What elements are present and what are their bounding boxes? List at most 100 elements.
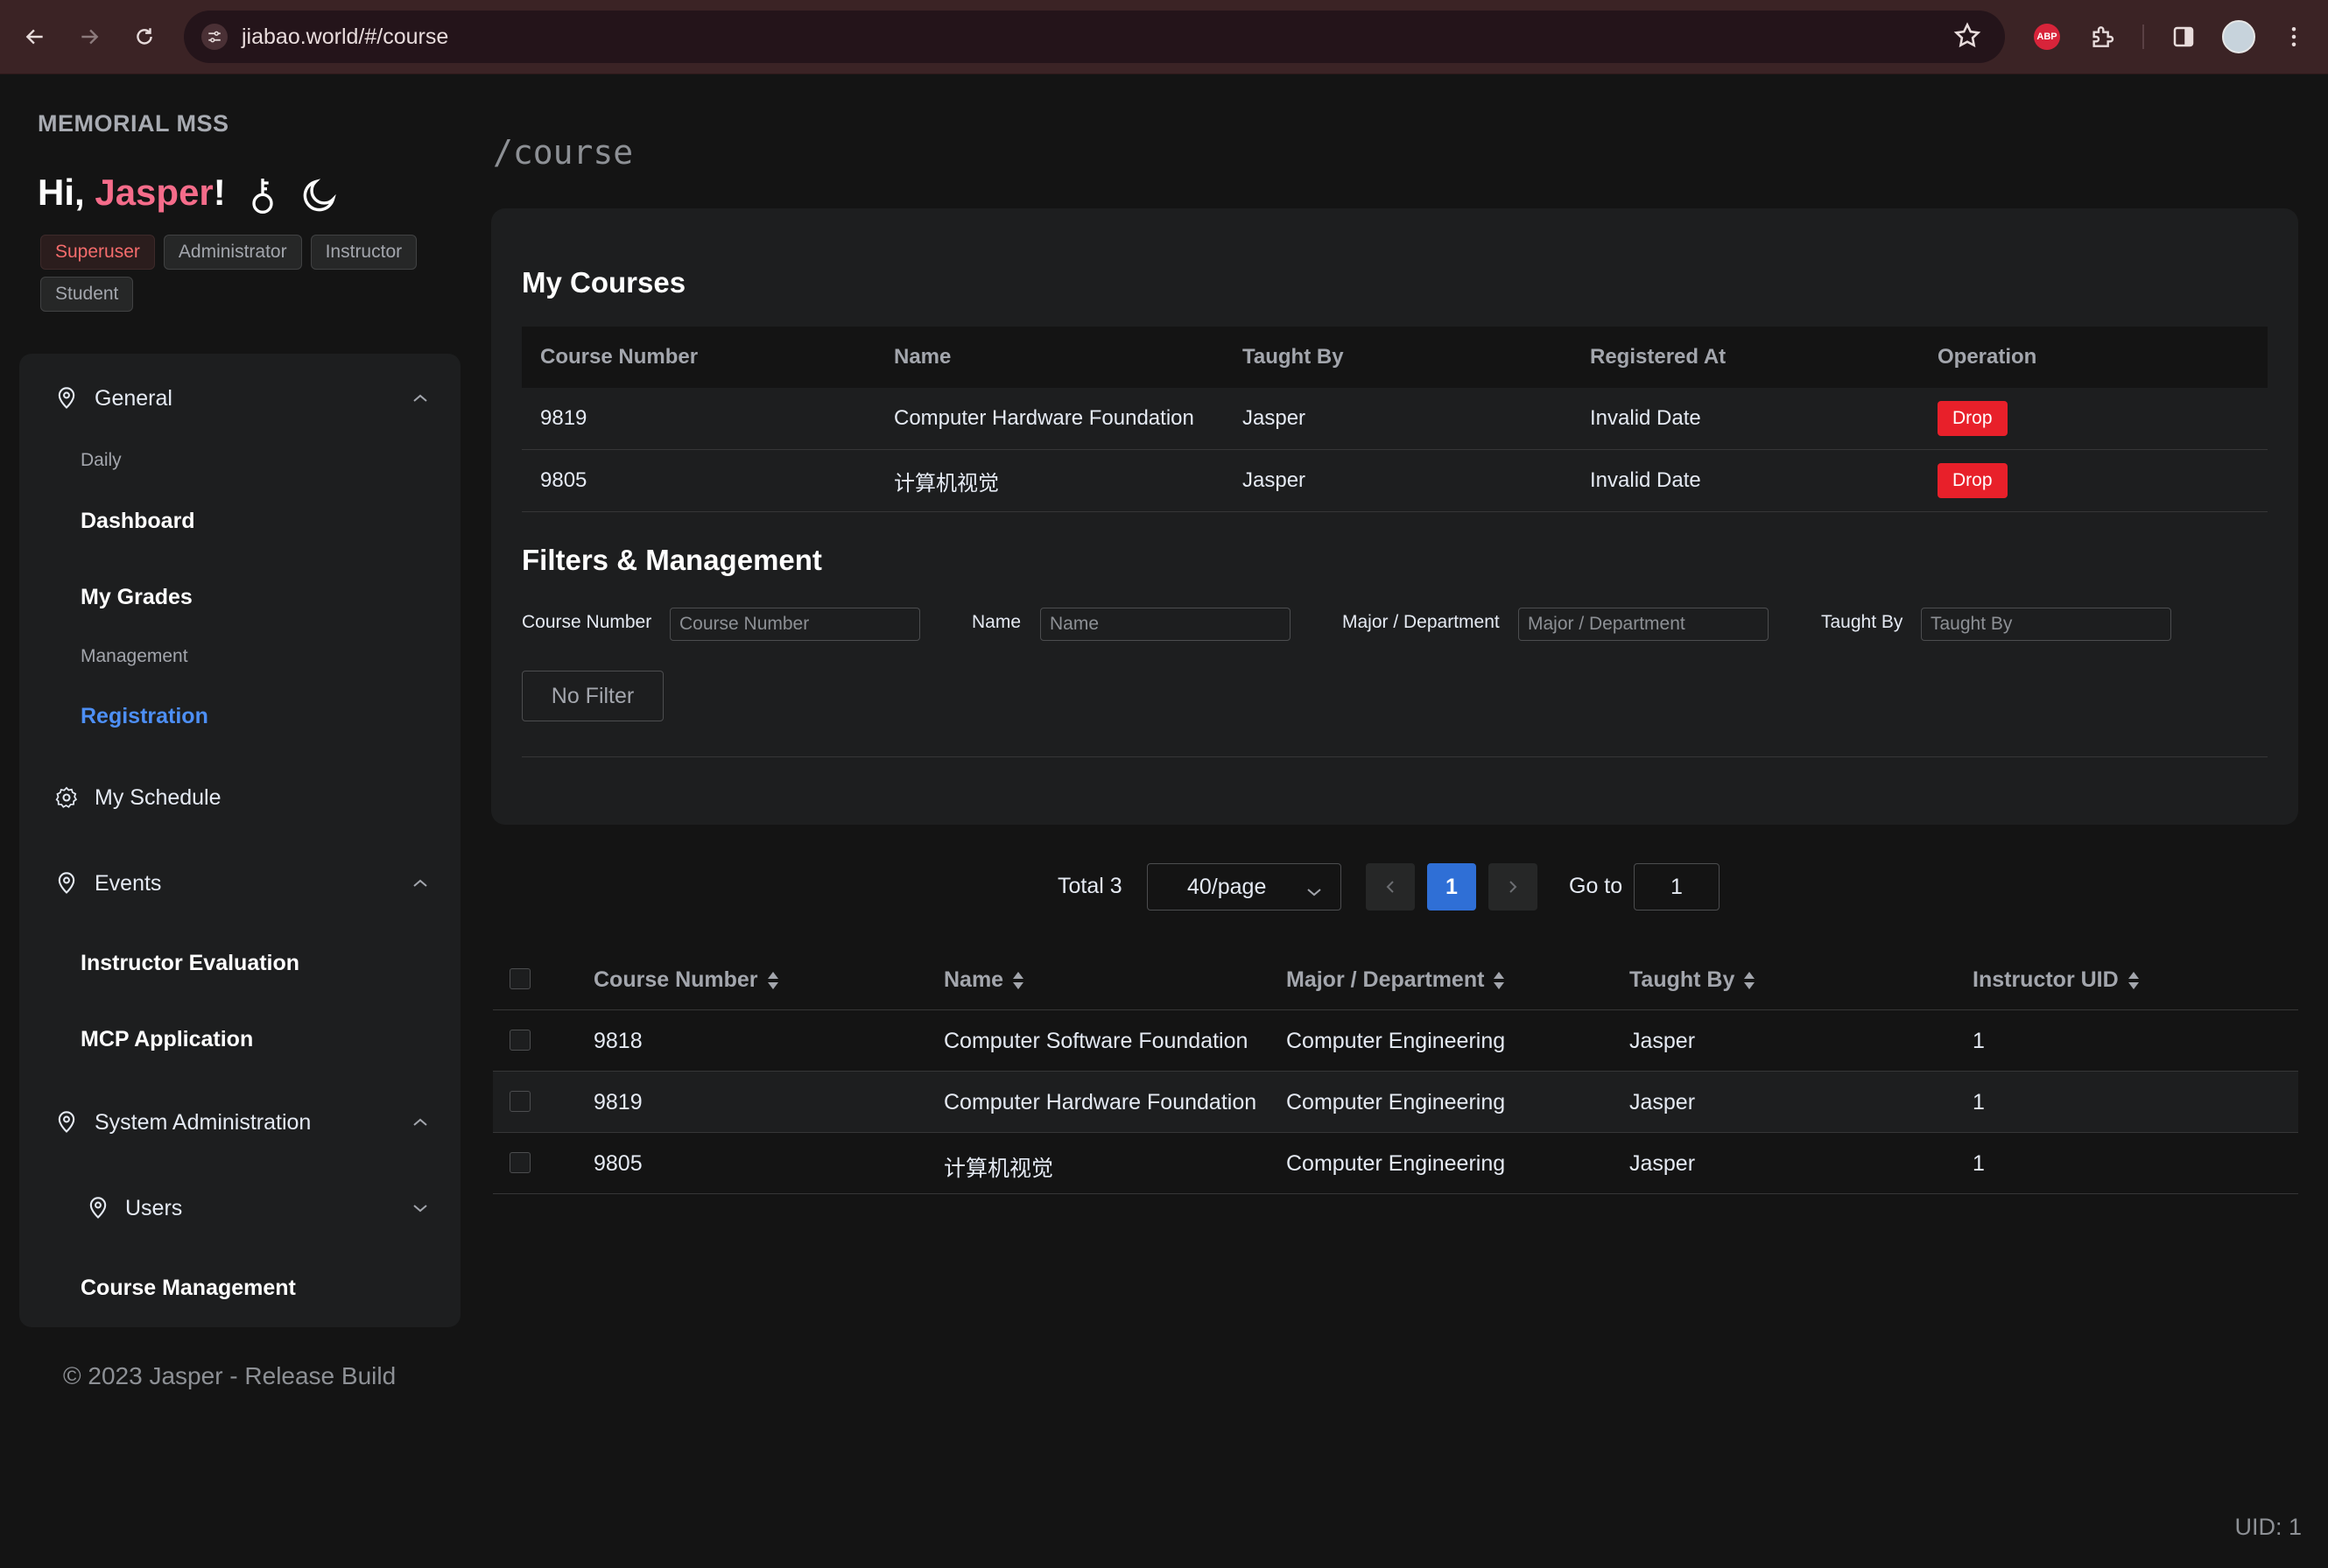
menu-item-dashboard[interactable]: Dashboard bbox=[81, 509, 195, 534]
menu-item-registration[interactable]: Registration bbox=[81, 704, 208, 729]
browser-toolbar: jiabao.world/#/course ABP bbox=[0, 0, 2328, 74]
back-icon[interactable] bbox=[16, 18, 54, 56]
table-header: Course Number Name Major / Department Ta… bbox=[493, 948, 2298, 1010]
chevron-down-icon bbox=[411, 1201, 429, 1220]
my-courses-card bbox=[491, 208, 2298, 825]
menu-general[interactable]: General bbox=[19, 372, 461, 425]
user-greeting: Hi, Jasper! bbox=[38, 172, 226, 213]
menu-events[interactable]: Events bbox=[19, 857, 461, 910]
row-checkbox[interactable] bbox=[510, 1091, 531, 1112]
filter-label-major: Major / Department bbox=[1342, 612, 1500, 632]
column-header: Name bbox=[894, 345, 952, 369]
goto-page-input[interactable]: 1 bbox=[1634, 863, 1720, 911]
chevron-up-icon bbox=[411, 391, 429, 410]
sortable-column-header[interactable]: Course Number bbox=[594, 967, 779, 993]
column-header: Registered At bbox=[1590, 345, 1727, 369]
sidebar-menu: General Daily Dashboard My Grades Manage… bbox=[19, 354, 461, 1327]
menu-my-schedule[interactable]: My Schedule bbox=[19, 771, 461, 824]
filter-label-taught-by: Taught By bbox=[1821, 612, 1903, 632]
location-pin-icon bbox=[86, 1196, 110, 1225]
sort-caret-icon bbox=[767, 971, 779, 990]
major-filter-input[interactable]: Major / Department bbox=[1518, 608, 1769, 641]
sort-caret-icon bbox=[1493, 971, 1505, 990]
goto-label: Go to bbox=[1569, 874, 1623, 898]
sortable-column-header[interactable]: Name bbox=[944, 967, 1024, 993]
drop-course-button[interactable]: Drop bbox=[1938, 401, 2008, 436]
sort-caret-icon bbox=[1743, 971, 1755, 990]
gear-icon bbox=[54, 785, 79, 814]
uid-indicator: UID: 1 bbox=[2234, 1514, 2302, 1540]
reload-icon[interactable] bbox=[125, 18, 164, 56]
url-text: jiabao.world/#/course bbox=[242, 25, 449, 49]
pagination-total: Total 3 bbox=[1058, 874, 1122, 898]
sortable-column-header[interactable]: Instructor UID bbox=[1973, 967, 2140, 993]
role-tag-administrator: Administrator bbox=[163, 235, 302, 270]
page-size-select[interactable]: 40/page bbox=[1147, 863, 1341, 911]
sortable-column-header[interactable]: Taught By bbox=[1629, 967, 1755, 993]
bookmark-star-icon[interactable] bbox=[1952, 21, 1982, 55]
side-panel-icon[interactable] bbox=[2164, 18, 2203, 56]
site-settings-icon[interactable] bbox=[201, 24, 228, 50]
table-row[interactable]: 9805 计算机视觉 Computer Engineering Jasper 1 bbox=[493, 1133, 2298, 1194]
table-row[interactable]: 9819 Computer Hardware Foundation Comput… bbox=[493, 1072, 2298, 1133]
taught-by-filter-input[interactable]: Taught By bbox=[1921, 608, 2171, 641]
filter-label-course-number: Course Number bbox=[522, 612, 652, 632]
menu-item-mcp-application[interactable]: MCP Application bbox=[81, 1027, 253, 1052]
prev-page-button[interactable] bbox=[1366, 863, 1415, 911]
location-pin-icon bbox=[54, 871, 79, 900]
select-all-checkbox[interactable] bbox=[510, 968, 531, 989]
app-brand: MEMORIAL MSS bbox=[38, 110, 229, 137]
column-header: Operation bbox=[1938, 345, 2037, 369]
menu-item-my-grades[interactable]: My Grades bbox=[81, 585, 193, 610]
table-header: Course Number Name Taught By Registered … bbox=[522, 327, 2268, 388]
role-tag-superuser: Superuser bbox=[40, 235, 155, 270]
key-icon[interactable] bbox=[245, 175, 280, 221]
menu-group-daily: Daily bbox=[81, 450, 122, 470]
table-row[interactable]: 9818 Computer Software Foundation Comput… bbox=[493, 1010, 2298, 1072]
table-row: 9819 Computer Hardware Foundation Jasper… bbox=[522, 388, 2268, 450]
column-header: Course Number bbox=[540, 345, 699, 369]
drop-course-button[interactable]: Drop bbox=[1938, 463, 2008, 498]
row-checkbox[interactable] bbox=[510, 1030, 531, 1051]
menu-item-course-management[interactable]: Course Management bbox=[81, 1276, 296, 1301]
chevron-up-icon bbox=[411, 876, 429, 895]
browser-menu-icon[interactable] bbox=[2275, 18, 2313, 56]
menu-users[interactable]: Users bbox=[19, 1182, 461, 1234]
page-route-title: /course bbox=[493, 133, 634, 172]
menu-item-instructor-evaluation[interactable]: Instructor Evaluation bbox=[81, 951, 299, 976]
copyright-footer: © 2023 Jasper - Release Build bbox=[63, 1362, 397, 1389]
filter-label-name: Name bbox=[972, 612, 1022, 632]
menu-group-management: Management bbox=[81, 646, 188, 666]
divider bbox=[522, 756, 2268, 757]
name-filter-input[interactable]: Name bbox=[1040, 608, 1291, 641]
chevron-up-icon bbox=[411, 1115, 429, 1134]
course-number-filter-input[interactable]: Course Number bbox=[670, 608, 920, 641]
user-name: Jasper bbox=[95, 172, 214, 213]
table-row: 9805 计算机视觉 Jasper Invalid Date Drop bbox=[522, 450, 2268, 512]
no-filter-button[interactable]: No Filter bbox=[522, 671, 664, 721]
page-number-button[interactable]: 1 bbox=[1427, 863, 1476, 911]
adblock-extension-icon[interactable]: ABP bbox=[2028, 18, 2066, 56]
toolbar-divider bbox=[2142, 25, 2144, 49]
chevron-left-icon bbox=[1386, 881, 1394, 893]
forward-icon[interactable] bbox=[70, 18, 109, 56]
my-courses-table: Course Number Name Taught By Registered … bbox=[522, 327, 2268, 512]
profile-avatar[interactable] bbox=[2219, 18, 2258, 56]
my-courses-title: My Courses bbox=[522, 266, 686, 299]
role-tag-instructor: Instructor bbox=[310, 235, 418, 270]
next-page-button[interactable] bbox=[1488, 863, 1537, 911]
sortable-column-header[interactable]: Major / Department bbox=[1286, 967, 1505, 993]
filters-title: Filters & Management bbox=[522, 544, 822, 576]
extensions-puzzle-icon[interactable] bbox=[2083, 18, 2121, 56]
dark-mode-moon-icon[interactable] bbox=[299, 175, 340, 221]
role-tags: Superuser Administrator Instructor Stude… bbox=[40, 235, 426, 312]
menu-system-administration[interactable]: System Administration bbox=[19, 1096, 461, 1149]
column-header: Taught By bbox=[1242, 345, 1344, 369]
chevron-down-icon bbox=[1305, 880, 1323, 905]
courses-table: Course Number Name Major / Department Ta… bbox=[493, 948, 2298, 1194]
role-tag-student: Student bbox=[40, 277, 134, 312]
location-pin-icon bbox=[54, 1110, 79, 1139]
address-bar[interactable]: jiabao.world/#/course bbox=[184, 11, 2005, 63]
sort-caret-icon bbox=[2128, 971, 2140, 990]
row-checkbox[interactable] bbox=[510, 1152, 531, 1173]
